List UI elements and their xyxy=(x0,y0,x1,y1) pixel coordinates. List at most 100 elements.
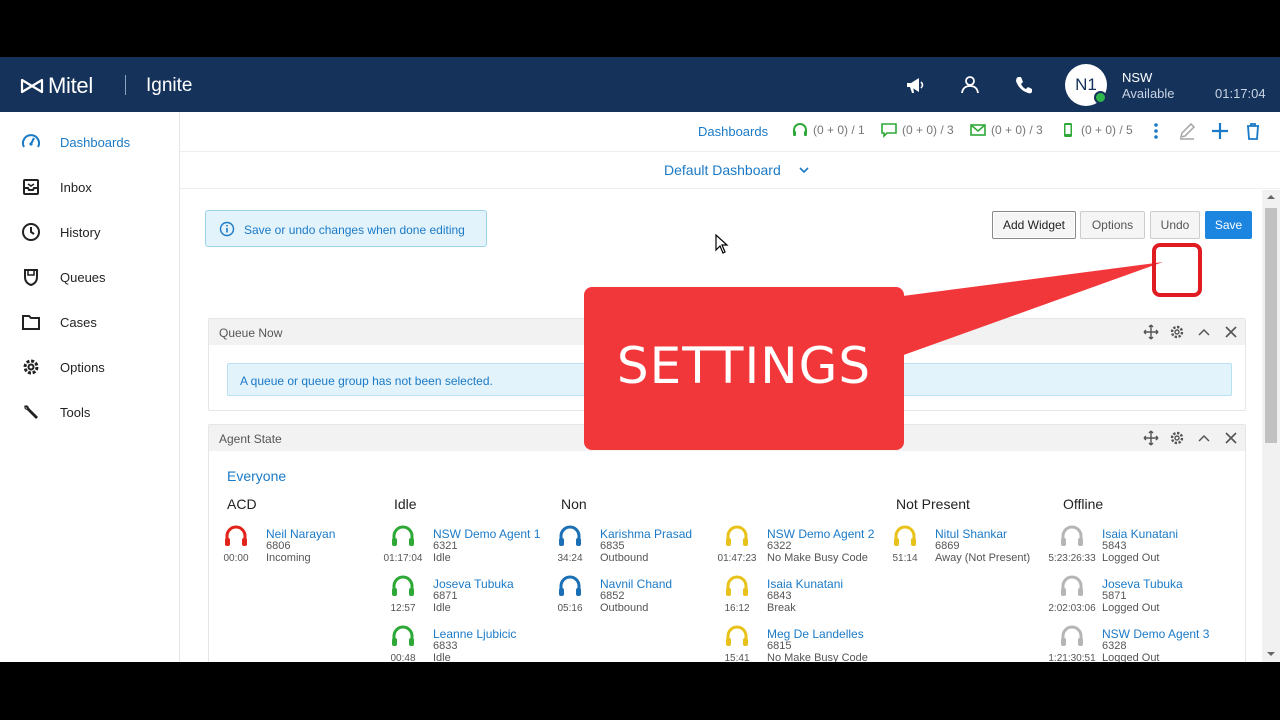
user-status[interactable]: Available xyxy=(1122,86,1175,101)
scroll-up-icon[interactable] xyxy=(1267,193,1275,201)
megaphone-icon[interactable] xyxy=(904,74,926,96)
agent-card[interactable]: 00:00 Neil Narayan 6806 Incoming xyxy=(209,525,377,573)
agent-name[interactable]: NSW Demo Agent 1 xyxy=(433,527,540,541)
chevron-up-icon[interactable] xyxy=(1196,324,1212,340)
phone-icon[interactable] xyxy=(1013,74,1035,96)
headset-icon xyxy=(726,625,748,646)
agent-state-timer: 2:02:03:06 xyxy=(1048,603,1096,614)
gear-icon[interactable] xyxy=(1169,430,1185,446)
agent-name[interactable]: Neil Narayan xyxy=(266,527,335,541)
sidebar-item-queues[interactable]: Queues xyxy=(0,260,180,294)
voice-counter-text: (0 + 0) / 1 xyxy=(813,123,865,137)
sidebar-item-dashboards[interactable]: Dashboards xyxy=(0,125,180,159)
add-plus-icon[interactable] xyxy=(1210,121,1230,141)
agent-name[interactable]: Joseva Tubuka xyxy=(433,577,514,591)
sidebar-item-inbox[interactable]: Inbox xyxy=(0,170,180,204)
agent-card[interactable]: 16:12 Isaia Kunatani 6843 Break xyxy=(710,575,878,623)
move-icon[interactable] xyxy=(1143,324,1159,340)
email-counter[interactable]: (0 + 0) / 3 xyxy=(970,122,1043,138)
chat-counter[interactable]: (0 + 0) / 3 xyxy=(881,122,954,138)
scrollbar-thumb[interactable] xyxy=(1265,208,1277,443)
scroll-down-icon[interactable] xyxy=(1267,650,1275,658)
agent-status: No Make Busy Code xyxy=(767,652,868,662)
agent-card[interactable]: 01:17:04 NSW Demo Agent 1 6321 Idle xyxy=(376,525,544,573)
page-scrollbar[interactable] xyxy=(1262,190,1280,662)
agent-name[interactable]: Meg De Landelles xyxy=(767,627,864,641)
top-bar: Mitel Ignite N1 NSW Available 01:17:04 xyxy=(0,57,1280,112)
sidebar-item-label: Cases xyxy=(60,314,97,330)
move-icon[interactable] xyxy=(1143,430,1159,446)
headset-icon xyxy=(1061,575,1083,596)
agent-status: Break xyxy=(767,602,796,614)
agent-state-widget: Agent State Everyone ACD 00:00 Neil Naraya… xyxy=(208,424,1246,662)
chat-icon xyxy=(881,123,897,138)
agent-card[interactable]: 51:14 Nitul Shankar 6869 Away (Not Present) xyxy=(878,525,1046,573)
agent-card[interactable]: 01:47:23 NSW Demo Agent 2 6322 No Make Busy… xyxy=(710,525,878,573)
agent-state-timer: 34:24 xyxy=(557,553,583,564)
agent-card[interactable]: 15:41 Meg De Landelles 6815 No Make Busy Co… xyxy=(710,625,878,662)
dashboard-title[interactable]: Default Dashboard xyxy=(664,162,781,178)
chevron-down-icon[interactable] xyxy=(798,164,810,176)
agent-status: Outbound xyxy=(600,552,649,564)
folder-icon xyxy=(22,315,40,330)
agent-extension: 6321 xyxy=(433,540,458,552)
chevron-up-icon[interactable] xyxy=(1196,430,1212,446)
agent-column-heading: ACD xyxy=(227,496,257,512)
agent-status: No Make Busy Code xyxy=(767,552,868,564)
agent-status: Idle xyxy=(433,652,451,662)
dashboard-selector[interactable]: Default Dashboard xyxy=(180,152,1280,189)
user-name[interactable]: NSW xyxy=(1122,70,1152,85)
options-button[interactable]: Options xyxy=(1080,211,1145,239)
agent-card[interactable]: 5:23:26:33 Isaia Kunatani 5843 Logged Out xyxy=(1045,525,1213,573)
more-vertical-icon[interactable] xyxy=(1146,121,1166,141)
sidebar-item-label: Tools xyxy=(60,404,91,420)
agent-card[interactable]: 00:48 Leanne Ljubicic 6833 Idle xyxy=(376,625,544,662)
agent-card[interactable]: 1:21:30:51 NSW Demo Agent 3 6328 Logged Out xyxy=(1045,625,1213,662)
email-icon xyxy=(970,124,986,136)
inbox-icon xyxy=(23,179,39,195)
agent-state-timer: 05:16 xyxy=(557,603,583,614)
contacts-icon[interactable] xyxy=(959,74,981,96)
add-widget-button[interactable]: Add Widget xyxy=(992,211,1076,239)
mobile-icon xyxy=(1064,123,1072,137)
close-icon[interactable] xyxy=(1223,430,1239,446)
sidebar-item-options[interactable]: Options xyxy=(0,350,180,384)
agent-card[interactable]: 34:24 Karishma Prasad 6835 Outbound xyxy=(543,525,711,573)
sidebar-item-history[interactable]: History xyxy=(0,215,180,249)
sidebar-item-label: Queues xyxy=(60,269,106,285)
agent-name[interactable]: NSW Demo Agent 3 xyxy=(1102,627,1209,641)
agent-column-heading: Offline xyxy=(1063,496,1104,512)
agent-name[interactable]: Navnil Chand xyxy=(600,577,672,591)
agent-name[interactable]: Joseva Tubuka xyxy=(1102,577,1183,591)
agent-name[interactable]: Leanne Ljubicic xyxy=(433,627,516,641)
agent-name[interactable]: NSW Demo Agent 2 xyxy=(767,527,874,541)
dashboard-toolbar: Dashboards (0 + 0) / 1 (0 + 0) / 3 (0 + … xyxy=(180,112,1280,152)
agent-state-timer: 00:48 xyxy=(390,653,416,662)
save-button[interactable]: Save xyxy=(1205,211,1252,239)
sidebar-item-tools[interactable]: Tools xyxy=(0,395,180,429)
agent-name[interactable]: Isaia Kunatani xyxy=(767,577,843,591)
headset-icon xyxy=(1061,525,1083,546)
agent-card[interactable]: 12:57 Joseva Tubuka 6871 Idle xyxy=(376,575,544,623)
agent-status: Idle xyxy=(433,552,451,564)
close-icon[interactable] xyxy=(1223,324,1239,340)
dashboards-link[interactable]: Dashboards xyxy=(698,124,768,139)
agent-extension: 6871 xyxy=(433,590,458,602)
agent-name[interactable]: Karishma Prasad xyxy=(600,527,692,541)
sms-counter[interactable]: (0 + 0) / 5 xyxy=(1060,122,1133,138)
agent-state-timer: 00:00 xyxy=(223,553,249,564)
agent-name[interactable]: Isaia Kunatani xyxy=(1102,527,1178,541)
delete-trash-icon[interactable] xyxy=(1243,121,1263,141)
undo-button[interactable]: Undo xyxy=(1150,211,1200,239)
agent-status: Logged Out xyxy=(1102,652,1160,662)
edit-pencil-icon[interactable] xyxy=(1177,121,1197,141)
gear-icon[interactable] xyxy=(1169,324,1185,340)
agent-state-timer: 01:17:04 xyxy=(383,553,423,564)
agent-card[interactable]: 05:16 Navnil Chand 6852 Outbound xyxy=(543,575,711,623)
sidebar-item-cases[interactable]: Cases xyxy=(0,305,180,339)
agent-group-name[interactable]: Everyone xyxy=(227,468,286,484)
agent-state-timer: 16:12 xyxy=(724,603,750,614)
voice-counter[interactable]: (0 + 0) / 1 xyxy=(792,122,865,138)
agent-name[interactable]: Nitul Shankar xyxy=(935,527,1007,541)
agent-card[interactable]: 2:02:03:06 Joseva Tubuka 5871 Logged Out xyxy=(1045,575,1213,623)
